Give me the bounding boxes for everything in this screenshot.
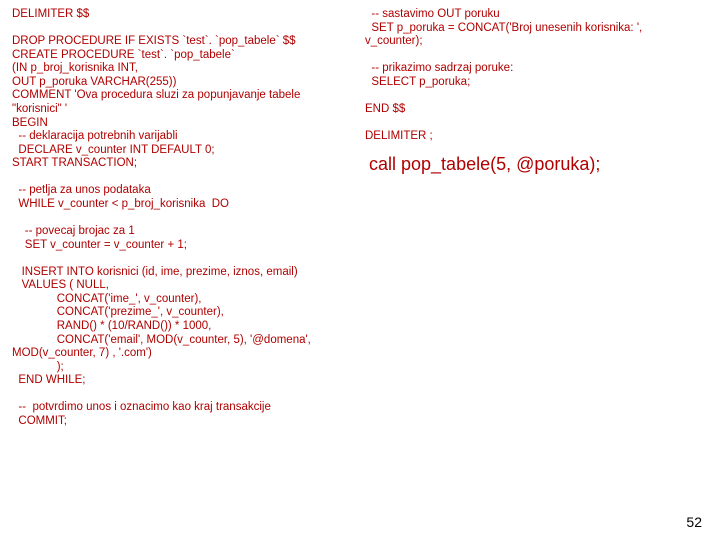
page-number: 52 [686, 514, 702, 530]
sql-code-left: DELIMITER $$ DROP PROCEDURE IF EXISTS `t… [12, 8, 357, 428]
sql-code-right: -- sastavimo OUT poruku SET p_poruka = C… [365, 8, 708, 144]
call-statement: call pop_tabele(5, @poruka); [369, 154, 708, 176]
